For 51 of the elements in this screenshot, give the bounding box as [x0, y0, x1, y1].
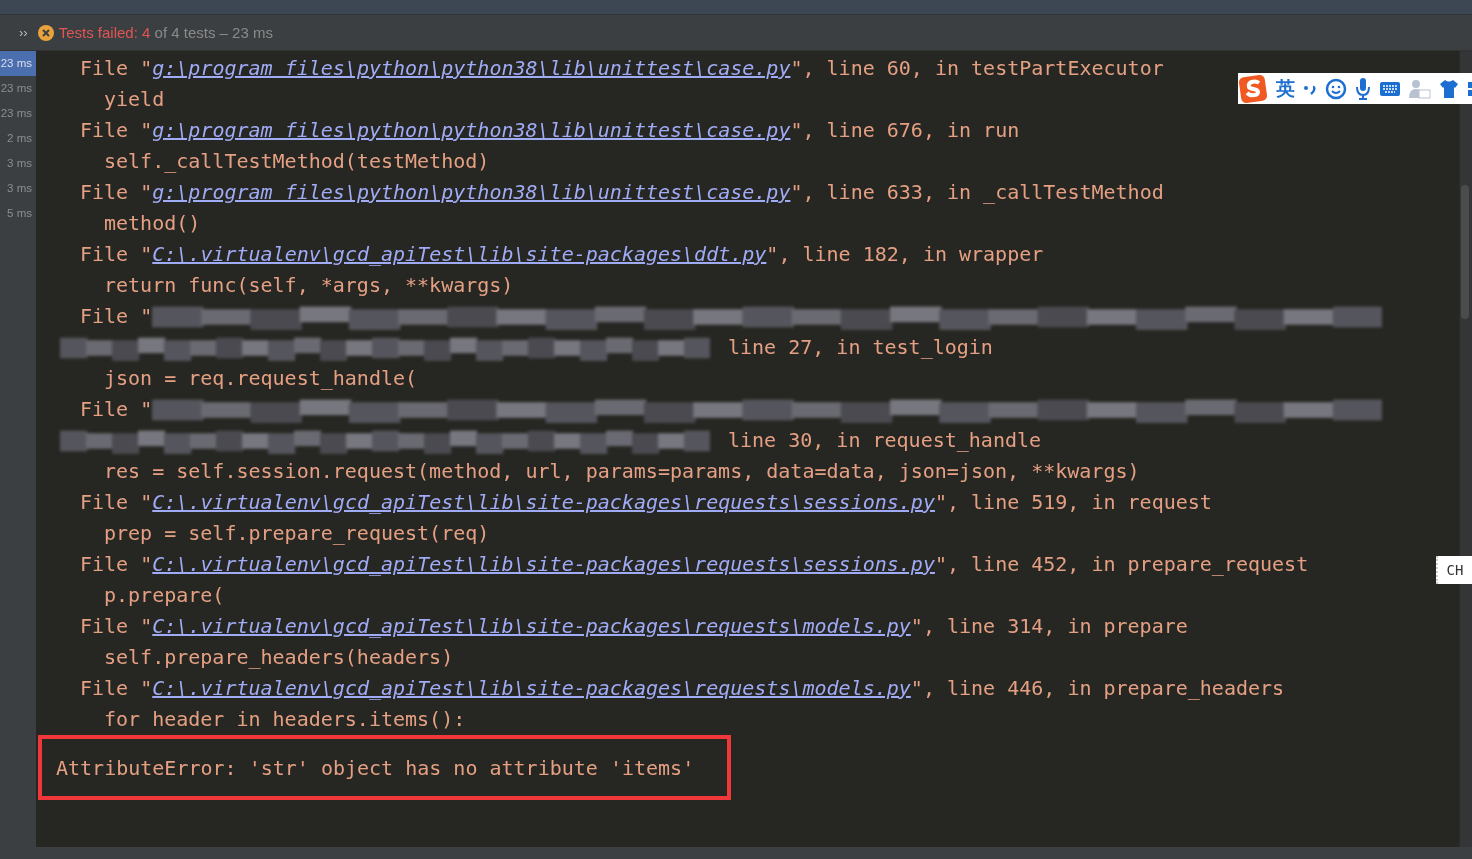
scrollbar-thumb[interactable] [1461, 185, 1469, 319]
trace-text: File " [80, 613, 153, 640]
trace-text: ", line 452, in prepare_request [934, 551, 1309, 578]
code-text: method() [104, 210, 201, 237]
trace-text: ", line 633, in _callTestMethod [790, 179, 1164, 206]
failed-icon [37, 24, 54, 41]
error-message: AttributeError: 'str' object has no attribute 'items' [56, 755, 695, 780]
code-text: self._callTestMethod(testMethod) [104, 148, 490, 175]
logo-icon[interactable] [1238, 73, 1268, 104]
file-link[interactable]: C:\.virtualenv\gcd_apiTest\lib\site-packages\requests\sessions.py [152, 487, 935, 518]
trace-text: ", line 676, in run [790, 117, 1020, 144]
file-link[interactable]: C:\.virtualenv\gcd_apiTest\lib\site-packages\requests\sessions.py [152, 549, 935, 580]
shirt-icon[interactable] [1439, 78, 1459, 99]
trace-text: File " [80, 241, 153, 268]
trace-text: File " [80, 489, 153, 516]
trace-text: ", line 60, in testPartExecutor [790, 55, 1164, 82]
trace-text: ", line 182, in wrapper [766, 241, 1044, 268]
code-text: p.prepare( [104, 582, 225, 609]
microphone-icon[interactable] [1355, 76, 1371, 101]
file-link[interactable]: C:\.virtualenv\gcd_apiTest\lib\site-packages\ddt.py [152, 239, 767, 270]
code-text: for header in headers.items(): [104, 706, 466, 733]
code-text: return func(self, *args, **kwargs) [104, 272, 514, 299]
trace-text: File " [80, 55, 153, 82]
file-link[interactable]: g:\program files\python\python38\lib\unittest\case.py [152, 115, 791, 146]
trace-text: line 30, in request_handle [728, 427, 1042, 454]
code-text: prep = self.prepare_request(req) [104, 520, 490, 547]
trace-text: line 27, in test_login [728, 334, 993, 361]
trace-text: File " [80, 117, 153, 144]
code-text: self.prepare_headers(headers) [104, 644, 454, 671]
file-link[interactable]: C:\.virtualenv\gcd_apiTest\lib\site-packages\requests\models.py [152, 673, 911, 704]
file-link[interactable]: g:\program files\python\python38\lib\unittest\case.py [152, 177, 791, 208]
language-toggle[interactable]: 英 [1276, 75, 1295, 102]
trace-text: File " [80, 396, 153, 423]
code-text: yield [104, 86, 165, 113]
smiley-icon[interactable] [1325, 77, 1347, 100]
trace-text: File " [80, 303, 153, 330]
trace-text: ", line 519, in request [934, 489, 1212, 516]
ime-indicator[interactable]: CH [1436, 556, 1472, 584]
code-text: res = self.session.request(method, url, params=params, data=data, json=json, **kwargs) [104, 458, 1140, 485]
trace-text: File " [80, 179, 153, 206]
trace-text: ", line 314, in prepare [910, 613, 1188, 640]
code-text: json = req.request_handle( [104, 365, 418, 392]
trace-text: File " [80, 551, 153, 578]
keyboard-icon[interactable] [1379, 80, 1401, 97]
trace-text: File " [80, 675, 153, 702]
expand-chevron[interactable]: ›› [19, 25, 28, 40]
file-link[interactable]: C:\.virtualenv\gcd_apiTest\lib\site-packages\requests\models.py [152, 611, 911, 642]
test-duration[interactable]: 23 ms [0, 51, 36, 76]
test-status: Tests failed: 4 of 4 tests – 23 ms [58, 24, 273, 41]
trace-text: ", line 446, in prepare_headers [910, 675, 1285, 702]
file-link[interactable]: g:\program files\python\python38\lib\unittest\case.py [152, 53, 791, 84]
